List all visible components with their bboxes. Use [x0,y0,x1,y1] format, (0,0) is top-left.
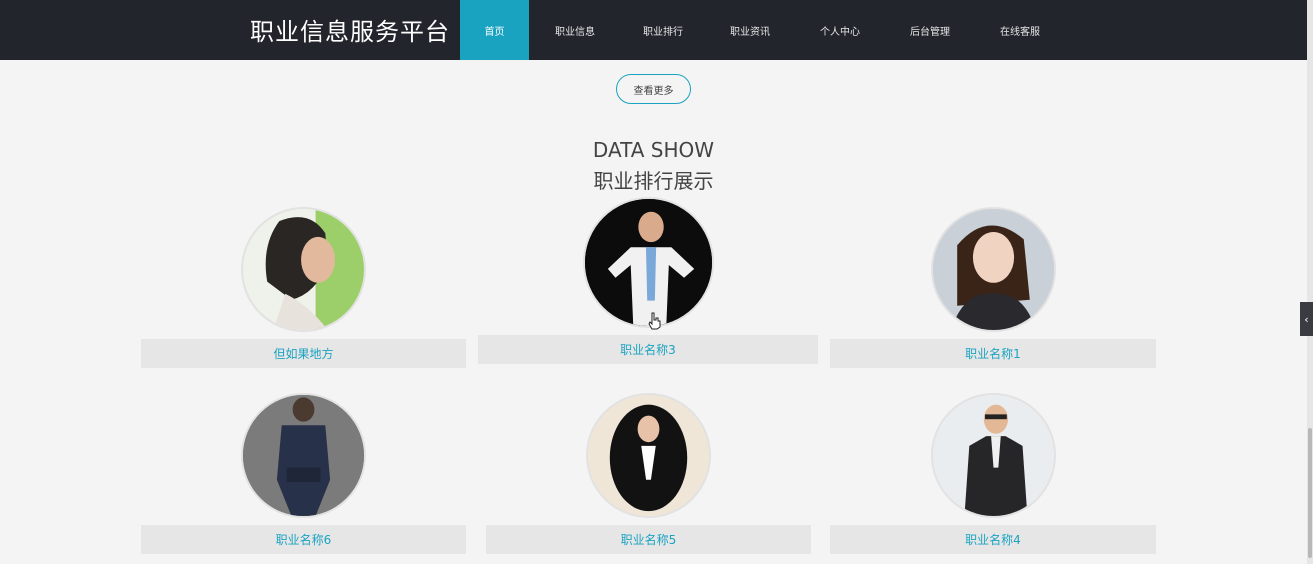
card-6-label[interactable]: 职业名称4 [830,525,1156,554]
site-title[interactable]: 职业信息服务平台 [250,12,450,47]
person-photo-icon [585,199,712,326]
nav-online-service[interactable]: 在线客服 [985,0,1055,60]
card-2-label[interactable]: 职业名称3 [478,335,818,364]
section-title-en: DATA SHOW [592,138,715,162]
card-5-label[interactable]: 职业名称5 [486,525,811,554]
hand-cursor-icon [648,312,661,330]
person-photo-icon [243,395,364,516]
side-panel-toggle[interactable]: ‹ [1300,302,1313,336]
person-photo-icon [933,209,1054,330]
card-4-label[interactable]: 职业名称6 [141,525,466,554]
nav-personal-center[interactable]: 个人中心 [805,0,875,60]
card-2-avatar[interactable] [583,197,714,328]
section-title-zh: 职业排行展示 [593,169,714,193]
card-3-label[interactable]: 职业名称1 [830,339,1156,368]
chevron-left-icon: ‹ [1304,312,1309,326]
card-1-avatar[interactable] [241,207,366,332]
card-6-avatar[interactable] [931,393,1056,518]
card-1-label[interactable]: 但如果地方 [141,339,466,368]
top-navbar: 职业信息服务平台 首页 职业信息 职业排行 职业资讯 个人中心 后台管理 在线客… [0,0,1307,60]
nav-job-news[interactable]: 职业资讯 [715,0,785,60]
card-5-avatar[interactable] [586,393,711,518]
nav-job-info[interactable]: 职业信息 [540,0,610,60]
nav-home[interactable]: 首页 [460,0,529,60]
card-3-avatar[interactable] [931,207,1056,332]
view-more-button[interactable]: 查看更多 [616,74,691,104]
card-4-avatar[interactable] [241,393,366,518]
nav-admin[interactable]: 后台管理 [895,0,965,60]
scrollbar-thumb[interactable] [1308,428,1312,558]
person-photo-icon [933,395,1054,516]
person-photo-icon [243,209,364,330]
person-photo-icon [588,395,709,516]
nav-job-ranking[interactable]: 职业排行 [628,0,698,60]
